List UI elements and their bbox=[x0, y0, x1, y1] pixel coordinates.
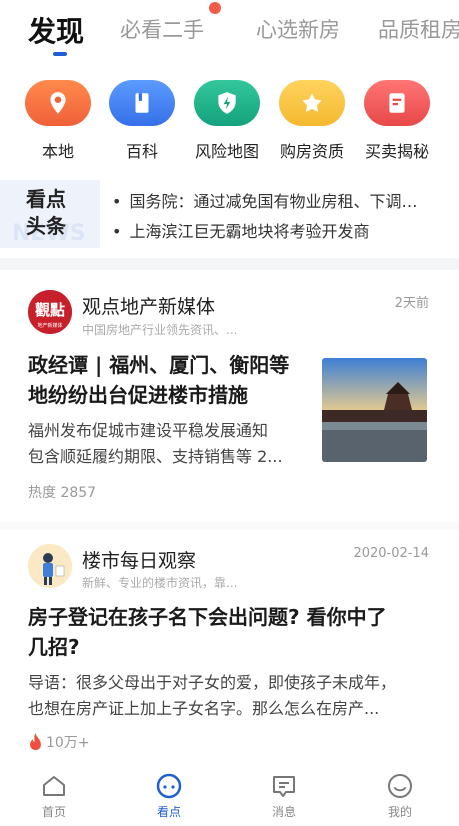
headline-block: NEWS 看点 头条 国务院：通过减免国有物业房租、下调担保费率等措施 上海滨江… bbox=[0, 172, 459, 258]
nav-label: 消息 bbox=[271, 805, 296, 819]
source-description: 中国房地产行业领先资讯、... bbox=[82, 323, 238, 337]
book-icon bbox=[109, 80, 175, 126]
nav-profile[interactable]: 我的 bbox=[370, 772, 430, 820]
profile-icon bbox=[388, 774, 412, 798]
article-title[interactable]: 房子登记在孩子名下会出问题? 看你中了 几招? bbox=[28, 602, 387, 662]
view-count-text: 10万+ bbox=[46, 735, 90, 751]
tab-rentals[interactable]: 品质租房 bbox=[378, 14, 459, 44]
heat-count: 热度 2857 bbox=[28, 485, 97, 501]
article-summary: 福州发布促城市建设平稳发展通知 包含顺延履约期限、支持销售等 2... bbox=[28, 418, 283, 470]
svg-text:觀點: 觀點 bbox=[35, 301, 65, 319]
headline-title-line1: 看点 bbox=[26, 187, 66, 211]
feed-card[interactable]: 楼市每日观察 新鲜、专业的楼市资讯，靠... 2020-02-14 房子登记在孩… bbox=[0, 530, 459, 764]
headline-title-line2: 头条 bbox=[26, 214, 66, 238]
article-title-line2: 几招? bbox=[28, 635, 80, 659]
summary-line1: 导语：很多父母出于对子女的爱，即使孩子未成年， bbox=[28, 673, 397, 692]
document-icon bbox=[364, 80, 430, 126]
headline-item[interactable]: 国务院：通过减免国有物业房租、下调担保费率等措施 bbox=[112, 188, 422, 212]
fire-icon bbox=[30, 733, 41, 751]
bottom-nav: 首页 看点 消息 我的 bbox=[0, 764, 459, 826]
home-icon bbox=[43, 776, 65, 796]
nav-home[interactable]: 首页 bbox=[24, 772, 84, 820]
headline-item[interactable]: 上海滨江巨无霸地块将考验开发商 bbox=[112, 218, 422, 242]
article-thumbnail[interactable] bbox=[322, 358, 427, 462]
summary-line1: 福州发布促城市建设平稳发展通知 bbox=[28, 421, 269, 440]
star-icon bbox=[279, 80, 345, 126]
article-summary: 导语：很多父母出于对子女的爱，即使孩子未成年， 也想在房产证上加上子女名字。那么… bbox=[28, 670, 396, 722]
source-name[interactable]: 楼市每日观察 bbox=[82, 546, 196, 573]
nav-messages[interactable]: 消息 bbox=[254, 772, 314, 820]
summary-line2: 也想在房产证上加上子女名字。那么怎么在房产... bbox=[28, 699, 380, 718]
entry-label: 买卖揭秘 bbox=[364, 142, 429, 161]
message-icon bbox=[273, 776, 295, 797]
tab-new-homes[interactable]: 心选新房 bbox=[256, 14, 340, 44]
entry-label: 本地 bbox=[41, 142, 74, 161]
nav-label: 看点 bbox=[156, 805, 181, 819]
location-pin-icon bbox=[25, 80, 91, 126]
section-divider bbox=[0, 258, 459, 270]
article-title-line1: 政经谭 | 福州、厦门、衡阳等 bbox=[28, 353, 290, 377]
svg-text:地产新媒体: 地产新媒体 bbox=[37, 322, 62, 329]
entry-risk-map[interactable]: 风险地图 bbox=[192, 80, 262, 162]
top-tab-bar: 发现 必看二手 心选新房 品质租房 bbox=[0, 0, 459, 64]
active-tab-indicator bbox=[53, 52, 67, 56]
notification-dot bbox=[209, 2, 221, 14]
article-title[interactable]: 政经谭 | 福州、厦门、衡阳等 地纷纷出台促进楼市措施 bbox=[28, 350, 289, 410]
article-title-line1: 房子登记在孩子名下会出问题? 看你中了 bbox=[28, 605, 387, 629]
avatar bbox=[28, 544, 72, 588]
section-divider bbox=[0, 522, 459, 530]
publish-time: 2天前 bbox=[394, 296, 429, 311]
view-count: 10万+ bbox=[28, 732, 90, 752]
entry-encyclopedia[interactable]: 百科 bbox=[107, 80, 177, 162]
entry-purchase-qualification[interactable]: 购房资质 bbox=[277, 80, 347, 162]
entry-label: 百科 bbox=[125, 142, 158, 161]
avatar: 觀點 地产新媒体 bbox=[28, 290, 72, 334]
source-name[interactable]: 观点地产新媒体 bbox=[82, 292, 215, 319]
tab-second-hand[interactable]: 必看二手 bbox=[120, 14, 204, 44]
feed-card[interactable]: 觀點 地产新媒体 观点地产新媒体 中国房地产行业领先资讯、... 2天前 政经谭… bbox=[0, 270, 459, 520]
shield-icon bbox=[194, 80, 260, 126]
publish-time: 2020-02-14 bbox=[353, 546, 429, 561]
entry-label: 风险地图 bbox=[194, 142, 259, 161]
headline-title: 看点 头条 bbox=[26, 186, 76, 240]
entry-trade-secrets[interactable]: 买卖揭秘 bbox=[362, 80, 432, 162]
nav-label: 我的 bbox=[387, 805, 412, 819]
discover-icon bbox=[156, 773, 182, 799]
entry-label: 购房资质 bbox=[279, 142, 344, 161]
article-title-line2: 地纷纷出台促进楼市措施 bbox=[28, 383, 248, 407]
summary-line2: 包含顺延履约期限、支持销售等 2... bbox=[28, 447, 283, 466]
entry-local[interactable]: 本地 bbox=[23, 80, 93, 162]
tab-discover[interactable]: 发现 bbox=[28, 10, 84, 50]
nav-discover[interactable]: 看点 bbox=[139, 772, 199, 820]
source-description: 新鲜、专业的楼市资讯，靠... bbox=[82, 576, 238, 590]
nav-label: 首页 bbox=[41, 805, 66, 819]
